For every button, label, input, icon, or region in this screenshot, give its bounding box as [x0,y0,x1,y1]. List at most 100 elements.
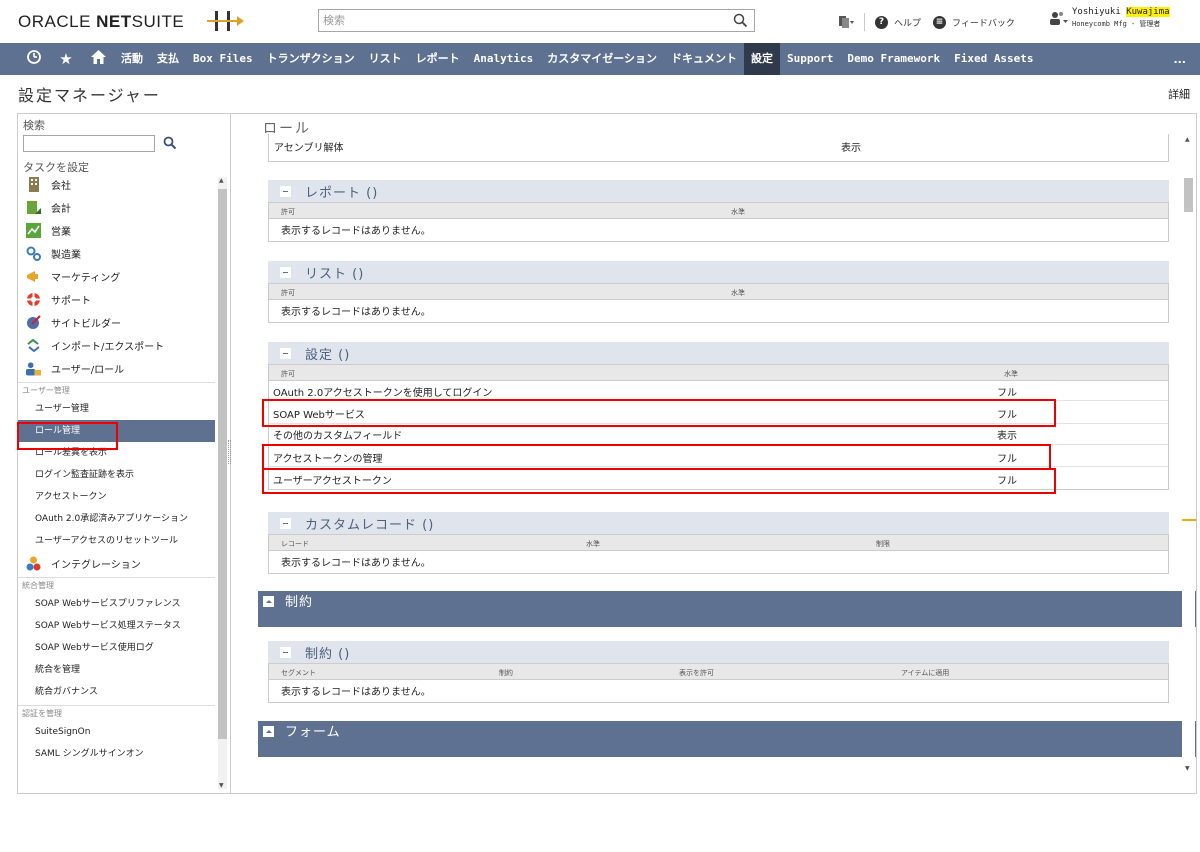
restrictions-section-header[interactable]: 制約 [258,591,1196,627]
link-manage-integrations[interactable]: 統合を管理 [18,659,215,681]
global-search-input[interactable] [319,10,729,31]
recent-icon[interactable] [18,49,50,69]
category-site-builder[interactable]: サイトビルダー [18,311,215,334]
link-integration-governance[interactable]: 統合ガバナンス [18,681,215,703]
feedback-link[interactable]: ≡ フィードバック [933,15,1015,29]
category-marketing[interactable]: マーケティング [18,265,215,288]
reports-subsection-header[interactable]: レポート () [268,180,1169,202]
collapse-toggle-icon[interactable] [263,726,274,737]
oracle-netsuite-logo[interactable]: ORACLE NETSUITE [18,12,184,32]
link-login-audit-trail[interactable]: ログイン監査証跡を表示 [18,464,215,486]
sales-chart-icon [26,223,41,238]
nav-fixed-assets[interactable]: Fixed Assets [947,43,1040,75]
nav-reports[interactable]: レポート [409,43,467,75]
scroll-down-arrow-icon[interactable]: ▼ [219,782,224,789]
link-reset-user-access[interactable]: ユーザーアクセスのリセットツール [18,530,215,552]
category-company[interactable]: 会社 [18,173,215,196]
help-link[interactable]: ? ヘルプ [875,15,921,29]
recent-records-button[interactable] [838,15,854,29]
favorites-star-icon[interactable]: ★ [50,50,82,68]
search-icon[interactable] [733,13,748,28]
empty-row: 表示するレコードはありません。 [281,687,431,698]
scroll-down-arrow-icon[interactable]: ▼ [1185,765,1190,772]
user-info: Yoshiyuki Kuwajima Honeycomb Mfg - 管理者 [1072,6,1170,30]
ledger-icon [26,200,41,215]
collapse-toggle-icon[interactable] [263,596,274,607]
category-support[interactable]: サポート [18,288,215,311]
table-row: アセンブリ解体 表示 [274,143,861,154]
link-suitesignon[interactable]: SuiteSignOn [18,721,215,743]
table-row[interactable]: その他のカスタムフィールド 表示 [269,424,1168,445]
category-integration[interactable]: インテグレーション [18,552,215,575]
category-import-export[interactable]: インポート/エクスポート [18,334,215,357]
highlight-access-token-management [262,444,1051,470]
nav-box-files[interactable]: Box Files [186,43,260,75]
setup-subsection-header[interactable]: 設定 () [268,342,1169,364]
user-menu[interactable]: Yoshiyuki Kuwajima Honeycomb Mfg - 管理者 [1048,6,1170,30]
globe-brush-icon [26,315,41,330]
table-header: レコード 水準 制限 [269,535,1168,551]
home-icon[interactable] [82,49,114,69]
integration-dots-icon [26,556,41,571]
nav-more-button[interactable]: ... [1173,53,1186,66]
scroll-up-arrow-icon[interactable]: ▲ [1185,136,1190,143]
category-manufacturing[interactable]: 製造業 [18,242,215,265]
highlight-soap-web-services [262,399,1056,427]
scrollbar-thumb[interactable] [218,189,227,739]
setup-task-panel: 検索 タスクを設定 会社 会計 営業 製造業 マーケティング サポート サイトビ… [17,113,231,794]
gears-icon [26,246,41,261]
nav-payments[interactable]: 支払 [150,43,186,75]
task-list: 会社 会計 営業 製造業 マーケティング サポート サイトビルダー インポート/… [18,173,215,765]
nav-analytics[interactable]: Analytics [467,43,541,75]
table-header: セグメント 制約 表示を許可 アイテムに適用 [269,664,1168,680]
link-soap-usage-log[interactable]: SOAP Webサービス使用ログ [18,637,215,659]
detail-link[interactable]: 詳細 [1168,86,1190,102]
users-icon [26,361,41,376]
collapse-toggle-icon[interactable] [280,266,291,278]
empty-row: 表示するレコードはありません。 [281,558,431,569]
link-access-tokens[interactable]: アクセストークン [18,486,215,508]
category-users-roles[interactable]: ユーザー/ロール [18,357,215,380]
highlight-manage-roles [17,422,118,450]
global-search-box [318,9,755,32]
nav-setup[interactable]: 設定 [744,43,780,75]
company-logo-icon[interactable] [205,9,245,33]
restrictions-subsection-header[interactable]: 制約 () [268,641,1169,663]
section-user-management: ユーザー管理 [18,382,215,398]
nav-activities[interactable]: 活動 [114,43,150,75]
nav-documents[interactable]: ドキュメント [664,43,744,75]
header-actions: ? ヘルプ ≡ フィードバック [838,11,1015,33]
custom-records-subsection-header[interactable]: カスタムレコード () [268,512,1169,534]
collapse-toggle-icon[interactable] [280,185,291,197]
lists-table: 許可 水準 表示するレコードはありません。 [268,283,1169,323]
collapse-toggle-icon[interactable] [280,517,291,529]
help-icon: ? [875,15,888,29]
content-scrollbar[interactable]: ▲ ▼ [1182,132,1195,772]
task-search-input[interactable] [23,135,155,152]
link-manage-users[interactable]: ユーザー管理 [18,398,215,420]
nav-lists[interactable]: リスト [362,43,409,75]
scrollbar-thumb[interactable] [1184,178,1193,212]
collapse-toggle-icon[interactable] [280,646,291,658]
table-row[interactable]: OAuth 2.0アクセストークンを使用してログイン フル [269,381,1168,401]
link-soap-process-status[interactable]: SOAP Webサービス処理ステータス [18,615,215,637]
nav-transactions[interactable]: トランザクション [260,43,362,75]
category-sales[interactable]: 営業 [18,219,215,242]
scroll-up-arrow-icon[interactable]: ▲ [219,177,224,184]
category-accounting[interactable]: 会計 [18,196,215,219]
nav-customization[interactable]: カスタマイゼーション [540,43,664,75]
nav-demo-framework[interactable]: Demo Framework [840,43,947,75]
collapse-toggle-icon[interactable] [280,347,291,359]
lists-subsection-header[interactable]: リスト () [268,261,1169,283]
forms-section-header[interactable]: フォーム [258,721,1196,757]
building-icon [26,177,41,192]
empty-row: 表示するレコードはありません。 [281,226,431,237]
reports-table: 許可 水準 表示するレコードはありません。 [268,202,1169,242]
nav-support[interactable]: Support [780,43,840,75]
task-list-scrollbar[interactable]: ▲ ▼ [218,177,227,789]
link-oauth-apps[interactable]: OAuth 2.0承認済みアプリケーション [18,508,215,530]
link-soap-preferences[interactable]: SOAP Webサービスプリファレンス [18,593,215,615]
highlight-user-access-tokens [262,468,1056,494]
link-saml-sso[interactable]: SAML シングルサインオン [18,743,215,765]
search-icon[interactable] [163,136,177,150]
